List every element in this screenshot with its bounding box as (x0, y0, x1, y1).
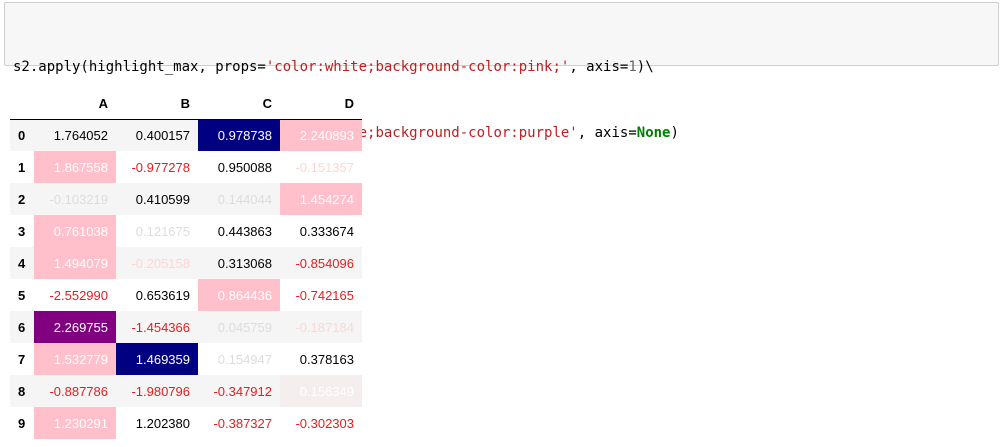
table-row: 2 -0.103219 0.410599 0.144044 1.454274 (10, 183, 362, 215)
table-cell: 0.156349 (280, 375, 362, 407)
table-cell: 0.443863 (217, 223, 272, 239)
table-cell-highlighted: 2.240893 (280, 119, 362, 151)
table-row: 6 2.269755 -1.454366 0.045759 -0.187184 (10, 311, 362, 343)
row-index: 0 (18, 127, 26, 143)
row-index: 3 (18, 223, 26, 239)
table-cell-highlighted: 1.469359 (116, 343, 198, 375)
table-row: 8 -0.887786 -1.980796 -0.347912 0.156349 (10, 375, 362, 407)
table-cell: 1.764052 (53, 127, 108, 143)
table-row: 4 1.494079 -0.205158 0.313068 -0.854096 (10, 247, 362, 279)
table-cell: -0.854096 (295, 255, 354, 271)
column-header-c: C (198, 89, 280, 120)
table-cell: 0.653619 (135, 287, 190, 303)
column-header-a: A (34, 89, 116, 120)
table-row: 3 0.761038 0.121675 0.443863 0.333674 (10, 215, 362, 247)
table-row: 1 1.867558 -0.977278 0.950088 -0.151357 (10, 151, 362, 183)
table-cell: 0.333674 (299, 223, 354, 239)
table-row: 9 1.230291 1.202380 -0.387327 -0.302303 (10, 407, 362, 439)
row-index: 5 (18, 287, 26, 303)
code-string: 'color:white;background-color:pink;' (265, 59, 570, 75)
table-cell: 0.950088 (217, 159, 272, 175)
table-row: 0 1.764052 0.400157 0.978738 2.240893 (10, 119, 362, 151)
code-number: 1 (628, 59, 637, 75)
table-cell: 0.313068 (217, 255, 272, 271)
table-cell: -0.103219 (49, 191, 108, 207)
table-cell: -0.205158 (131, 255, 190, 271)
table-cell: 0.121675 (135, 223, 190, 239)
code-text: )\ (636, 59, 654, 75)
code-text: , axis= (577, 125, 637, 141)
table-cell: 0.400157 (135, 127, 190, 143)
index-header (10, 89, 34, 120)
table-cell: -0.742165 (295, 287, 354, 303)
table-cell-highlighted: 0.978738 (198, 119, 280, 151)
table-cell: 1.202380 (135, 415, 190, 431)
table-cell: -0.187184 (295, 319, 354, 335)
row-index: 9 (18, 415, 26, 431)
row-index: 2 (18, 191, 26, 207)
table-cell: 0.144044 (217, 191, 272, 207)
table-cell: -1.454366 (131, 319, 190, 335)
row-index: 6 (18, 319, 26, 335)
table-cell: 0.154947 (217, 351, 272, 367)
table-cell: -0.887786 (49, 383, 108, 399)
code-text: ) (670, 125, 679, 141)
row-index: 1 (18, 159, 26, 175)
row-index: 4 (18, 255, 26, 271)
table-cell: -0.347912 (213, 383, 272, 399)
row-index: 7 (18, 351, 26, 367)
table-cell: -0.302303 (295, 415, 354, 431)
table-cell: -0.387327 (213, 415, 272, 431)
table-cell-highlighted: 0.864436 (198, 279, 280, 311)
table-cell-highlighted: 2.269755 (34, 311, 116, 343)
code-text: s2.apply(highlight_max, props= (13, 59, 266, 75)
code-cell[interactable]: s2.apply(highlight_max, props='color:whi… (4, 2, 999, 141)
table-cell-highlighted: 1.532779 (34, 343, 116, 375)
table-row: 7 1.532779 1.469359 0.154947 0.378163 (10, 343, 362, 375)
table-cell: 0.045759 (217, 319, 272, 335)
table-row: 5 -2.552990 0.653619 0.864436 -0.742165 (10, 279, 362, 311)
table-cell: -1.980796 (131, 383, 190, 399)
table-cell: -0.977278 (131, 159, 190, 175)
header-row: A B C D (10, 89, 362, 120)
table-cell-highlighted: 1.454274 (280, 183, 362, 215)
table-cell: -0.151357 (295, 159, 354, 175)
row-index: 8 (18, 383, 26, 399)
column-header-d: D (280, 89, 362, 120)
table-cell: 0.410599 (135, 191, 190, 207)
table-cell: 0.378163 (299, 351, 354, 367)
table-cell-highlighted: 0.761038 (34, 215, 116, 247)
code-text: , axis= (569, 59, 629, 75)
table-cell-highlighted: 1.867558 (34, 151, 116, 183)
column-header-b: B (116, 89, 198, 120)
code-line-1: s2.apply(highlight_max, props='color:whi… (13, 56, 998, 78)
table-cell-highlighted: 1.230291 (34, 407, 116, 439)
styled-dataframe: A B C D 0 1.764052 0.400157 0.978738 2.2… (10, 89, 362, 439)
dataframe-output: A B C D 0 1.764052 0.400157 0.978738 2.2… (10, 89, 362, 439)
table-cell: -2.552990 (49, 287, 108, 303)
code-keyword: None (636, 125, 671, 141)
table-cell-highlighted: 1.494079 (34, 247, 116, 279)
